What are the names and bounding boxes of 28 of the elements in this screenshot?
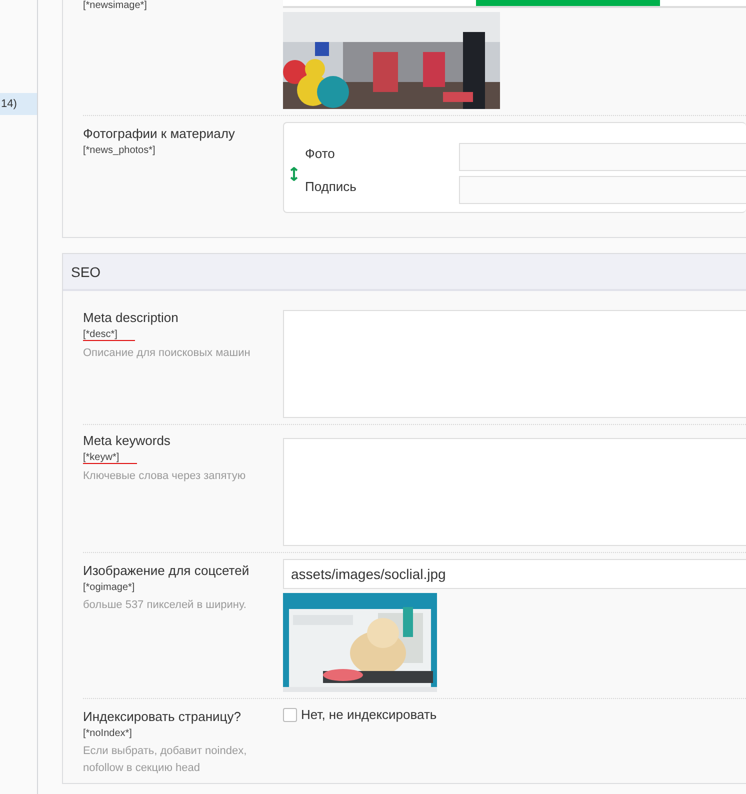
input-field[interactable] (459, 176, 746, 204)
field-label: Фотографии к материалу (83, 126, 236, 141)
input-field[interactable]: assets/images/soclial.jpg (283, 559, 746, 589)
field-label: Meta keywords (83, 433, 172, 448)
field-hint: Ключевые слова через запятую (83, 469, 247, 484)
field-code: [*newsimage*] (83, 0, 147, 11)
field-code: [*ogimage*] (83, 582, 135, 593)
field-label: Фото (305, 146, 336, 160)
file-field[interactable] (283, 0, 476, 8)
field-label: Индексировать страницу? (83, 709, 242, 724)
field-label: Изображение для соцсетей (83, 563, 250, 578)
input-field[interactable] (459, 143, 746, 171)
text-area[interactable] (283, 310, 746, 418)
drag-handle-icon[interactable] (290, 166, 298, 180)
field-hint: Если выбрать, добавит noindex, nofollow в секцию head (83, 744, 248, 776)
sidebar-item[interactable]: 14) (0, 93, 37, 115)
field-hint: больше 537 пикселей в ширину. (83, 598, 248, 613)
field-hint: Описание для поисковых машин (83, 346, 252, 361)
field-label: Meta description (83, 310, 180, 325)
section-title: SEO (71, 264, 101, 280)
checkbox[interactable] (283, 708, 297, 722)
field-code: [*keyw*] (83, 452, 138, 464)
field-code: [*noIndex*] (83, 728, 132, 739)
field-label: Подпись (305, 178, 358, 194)
checkbox-label: Нет, не индексировать (301, 707, 437, 722)
field-code: [*desc*] (83, 329, 136, 341)
field-code: [*news_photos*] (83, 145, 156, 156)
text-area[interactable] (283, 438, 746, 546)
